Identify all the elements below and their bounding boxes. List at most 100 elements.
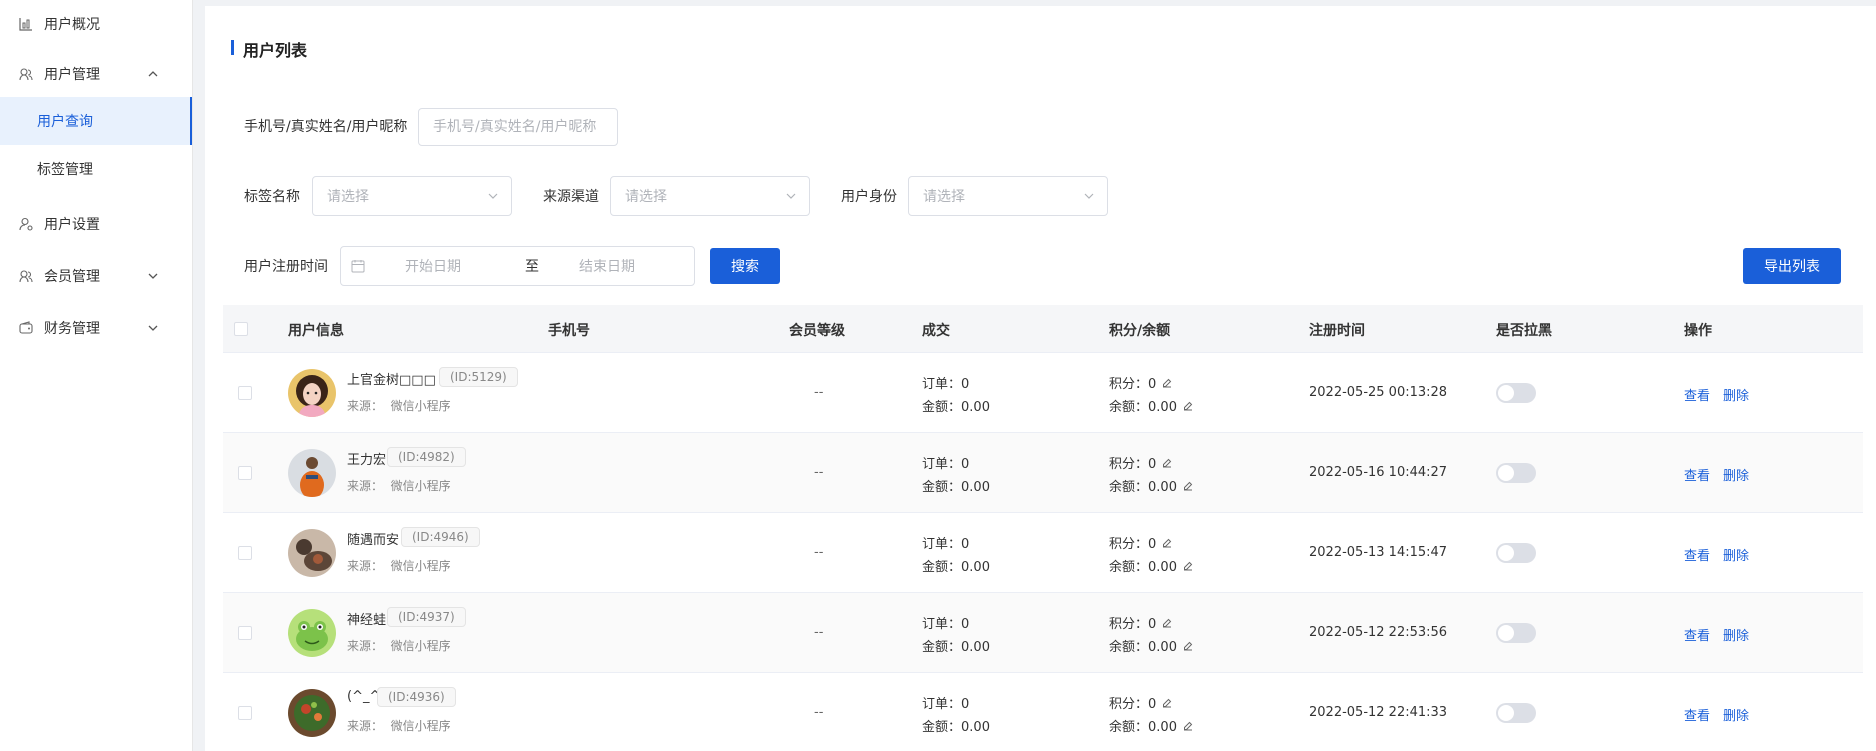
date-separator: 至 bbox=[525, 259, 539, 275]
date-end[interactable]: 结束日期 bbox=[579, 256, 635, 276]
registered-at: 2022-05-13 14:15:47 bbox=[1309, 545, 1448, 560]
edit-icon[interactable] bbox=[1182, 720, 1194, 732]
edit-icon[interactable] bbox=[1161, 377, 1173, 389]
chevron-up-icon bbox=[148, 71, 158, 77]
view-link[interactable]: 查看 bbox=[1684, 625, 1710, 644]
keyword-label: 手机号/真实姓名/用户昵称 bbox=[244, 119, 408, 135]
edit-icon[interactable] bbox=[1161, 617, 1173, 629]
date-start[interactable]: 开始日期 bbox=[405, 256, 495, 276]
sidebar: 用户概况 用户管理 用户查询 标签管理 用户设置 会员管理 财务管理 bbox=[0, 0, 193, 751]
channel-select-placeholder: 请选择 bbox=[625, 189, 667, 205]
sidebar-item-user-overview[interactable]: 用户概况 bbox=[0, 0, 192, 48]
user-source: 来源： 微信小程序 bbox=[347, 477, 451, 494]
export-list-button[interactable]: 导出列表 bbox=[1743, 248, 1841, 284]
identity-select[interactable]: 请选择 bbox=[908, 176, 1108, 216]
sidebar-item-tag-management[interactable]: 标签管理 bbox=[0, 145, 192, 193]
source-value: 微信小程序 bbox=[390, 479, 451, 493]
amount-value: 0.00 bbox=[961, 640, 990, 655]
keyword-input[interactable] bbox=[433, 109, 617, 145]
row-checkbox[interactable] bbox=[238, 466, 252, 480]
order-label: 订单： bbox=[922, 697, 962, 712]
user-id-badge: (ID:5129) bbox=[439, 367, 518, 387]
source-label: 来源： bbox=[347, 559, 384, 573]
balance-value: 0.00 bbox=[1148, 480, 1177, 495]
delete-link[interactable]: 删除 bbox=[1723, 465, 1749, 484]
balance-label: 余额： bbox=[1109, 480, 1149, 495]
sidebar-item-user-query[interactable]: 用户查询 bbox=[0, 97, 192, 145]
edit-icon[interactable] bbox=[1161, 457, 1173, 469]
order-count: 订单：0 bbox=[922, 373, 969, 392]
row-checkbox[interactable] bbox=[238, 706, 252, 720]
points: 积分：0 bbox=[1109, 453, 1173, 472]
channel-select[interactable]: 请选择 bbox=[610, 176, 810, 216]
source-label: 来源： bbox=[347, 399, 384, 413]
member-level: -- bbox=[814, 705, 824, 720]
sidebar-item-member-management[interactable]: 会员管理 bbox=[0, 252, 192, 300]
balance-label: 余额： bbox=[1109, 400, 1149, 415]
points-value: 0 bbox=[1148, 697, 1157, 712]
view-link[interactable]: 查看 bbox=[1684, 545, 1710, 564]
date-range-picker[interactable]: 开始日期 至 结束日期 bbox=[340, 246, 695, 286]
channel-label: 来源渠道 bbox=[543, 189, 599, 205]
points: 积分：0 bbox=[1109, 373, 1173, 392]
user-source: 来源： 微信小程序 bbox=[347, 397, 451, 414]
header-user-info: 用户信息 bbox=[288, 323, 344, 339]
tag-select[interactable]: 请选择 bbox=[312, 176, 512, 216]
registered-at: 2022-05-12 22:53:56 bbox=[1309, 625, 1448, 640]
select-all-checkbox[interactable] bbox=[234, 322, 248, 336]
order-amount: 金额：0.00 bbox=[922, 556, 990, 575]
chevron-down-icon bbox=[148, 325, 158, 331]
edit-icon[interactable] bbox=[1182, 400, 1194, 412]
points-value: 0 bbox=[1148, 377, 1157, 392]
user-name: 王力宏 bbox=[347, 453, 387, 468]
source-label: 来源： bbox=[347, 639, 384, 653]
points-value: 0 bbox=[1148, 537, 1157, 552]
view-link[interactable]: 查看 bbox=[1684, 465, 1710, 484]
sidebar-item-user-management[interactable]: 用户管理 bbox=[0, 50, 192, 98]
chevron-down-icon bbox=[1084, 193, 1094, 199]
view-link[interactable]: 查看 bbox=[1684, 705, 1710, 724]
edit-icon[interactable] bbox=[1182, 560, 1194, 572]
blacklist-toggle[interactable] bbox=[1496, 623, 1536, 643]
chevron-down-icon bbox=[786, 193, 796, 199]
row-checkbox[interactable] bbox=[238, 386, 252, 400]
edit-icon[interactable] bbox=[1161, 537, 1173, 549]
edit-icon[interactable] bbox=[1161, 697, 1173, 709]
header-phone: 手机号 bbox=[548, 323, 590, 339]
blacklist-toggle[interactable] bbox=[1496, 383, 1536, 403]
delete-link[interactable]: 删除 bbox=[1723, 385, 1749, 404]
amount-label: 金额： bbox=[922, 560, 962, 575]
blacklist-toggle[interactable] bbox=[1496, 703, 1536, 723]
sidebar-item-user-settings[interactable]: 用户设置 bbox=[0, 200, 192, 248]
edit-icon[interactable] bbox=[1182, 480, 1194, 492]
source-label: 来源： bbox=[347, 719, 384, 733]
balance: 余额：0.00 bbox=[1109, 396, 1194, 415]
delete-link[interactable]: 删除 bbox=[1723, 545, 1749, 564]
points-label: 积分： bbox=[1109, 697, 1149, 712]
sidebar-item-label: 用户设置 bbox=[44, 217, 100, 233]
registered-at: 2022-05-25 00:13:28 bbox=[1309, 385, 1448, 400]
blacklist-toggle[interactable] bbox=[1496, 463, 1536, 483]
balance-value: 0.00 bbox=[1148, 400, 1177, 415]
balance: 余额：0.00 bbox=[1109, 556, 1194, 575]
sidebar-item-finance-management[interactable]: 财务管理 bbox=[0, 304, 192, 352]
points-label: 积分： bbox=[1109, 617, 1149, 632]
amount-label: 金额： bbox=[922, 720, 962, 735]
view-link[interactable]: 查看 bbox=[1684, 385, 1710, 404]
tag-label: 标签名称 bbox=[244, 189, 300, 205]
edit-icon[interactable] bbox=[1182, 640, 1194, 652]
balance: 余额：0.00 bbox=[1109, 476, 1194, 495]
points-label: 积分： bbox=[1109, 537, 1149, 552]
search-button[interactable]: 搜索 bbox=[710, 248, 780, 284]
balance-label: 余额： bbox=[1109, 720, 1149, 735]
points: 积分：0 bbox=[1109, 693, 1173, 712]
header-points-balance: 积分/余额 bbox=[1109, 323, 1171, 339]
balance: 余额：0.00 bbox=[1109, 716, 1194, 735]
delete-link[interactable]: 删除 bbox=[1723, 705, 1749, 724]
blacklist-toggle[interactable] bbox=[1496, 543, 1536, 563]
page-title: 用户列表 bbox=[231, 37, 307, 61]
delete-link[interactable]: 删除 bbox=[1723, 625, 1749, 644]
row-checkbox[interactable] bbox=[238, 626, 252, 640]
order-count: 订单：0 bbox=[922, 613, 969, 632]
row-checkbox[interactable] bbox=[238, 546, 252, 560]
